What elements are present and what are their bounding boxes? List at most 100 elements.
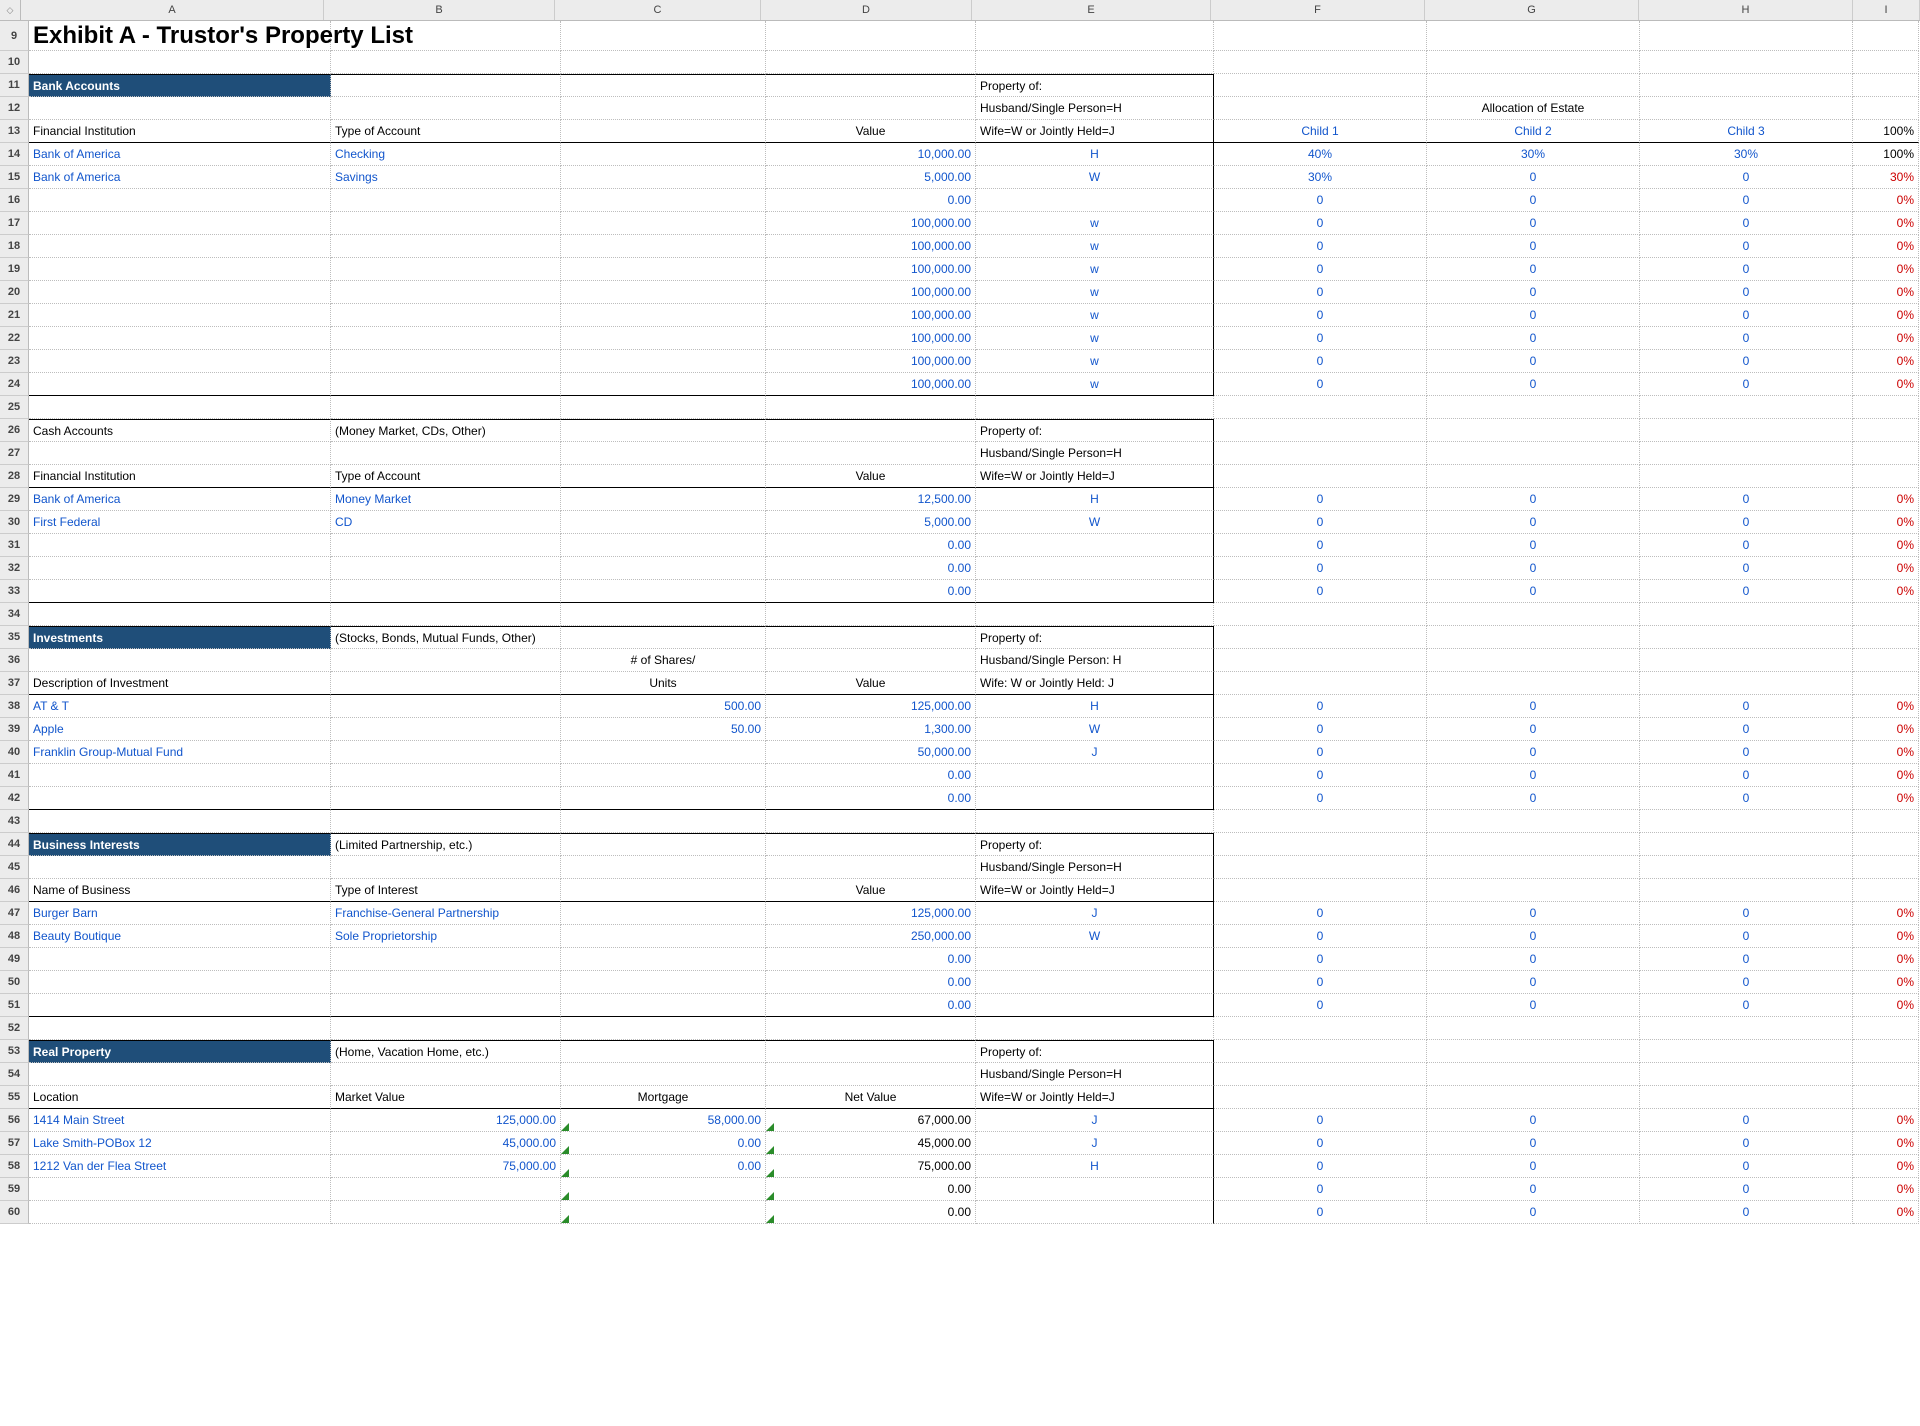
cell-B50[interactable] <box>331 971 561 994</box>
cell-F40[interactable]: 0 <box>1214 741 1427 764</box>
cell-C19[interactable] <box>561 258 766 281</box>
cell-F21[interactable]: 0 <box>1214 304 1427 327</box>
cell-E42[interactable] <box>976 787 1214 810</box>
cell-I49[interactable]: 0% <box>1853 948 1919 971</box>
cell-A50[interactable] <box>29 971 331 994</box>
col-header-I[interactable]: I <box>1853 0 1920 20</box>
cell-D38[interactable]: 125,000.00 <box>766 695 976 718</box>
cell-H23[interactable]: 0 <box>1640 350 1853 373</box>
cell-B19[interactable] <box>331 258 561 281</box>
cell-B16[interactable] <box>331 189 561 212</box>
cell-H22[interactable]: 0 <box>1640 327 1853 350</box>
col-header-A[interactable]: A <box>21 0 324 20</box>
row-header-10[interactable]: 10 <box>0 51 29 74</box>
cell-A33[interactable] <box>29 580 331 603</box>
col-header-B[interactable]: B <box>324 0 555 20</box>
cell-D51[interactable]: 0.00 <box>766 994 976 1017</box>
cell-D41[interactable]: 0.00 <box>766 764 976 787</box>
cell-B15[interactable]: Savings <box>331 166 561 189</box>
cell-I18[interactable]: 0% <box>1853 235 1919 258</box>
cell-E17[interactable]: w <box>976 212 1214 235</box>
cell-F47[interactable]: 0 <box>1214 902 1427 925</box>
cell-I15[interactable]: 30% <box>1853 166 1919 189</box>
cell-C30[interactable] <box>561 511 766 534</box>
cell-G30[interactable]: 0 <box>1427 511 1640 534</box>
cell-I20[interactable]: 0% <box>1853 281 1919 304</box>
cell-C40[interactable] <box>561 741 766 764</box>
cell-A40[interactable]: Franklin Group-Mutual Fund <box>29 741 331 764</box>
cell-H48[interactable]: 0 <box>1640 925 1853 948</box>
cell-I41[interactable]: 0% <box>1853 764 1919 787</box>
cell-B58[interactable]: 75,000.00 <box>331 1155 561 1178</box>
cell-I30[interactable]: 0% <box>1853 511 1919 534</box>
cell-F41[interactable]: 0 <box>1214 764 1427 787</box>
cell-E41[interactable] <box>976 764 1214 787</box>
cell-E51[interactable] <box>976 994 1214 1017</box>
cell-E14[interactable]: H <box>976 143 1214 166</box>
cell-C29[interactable] <box>561 488 766 511</box>
cell-H16[interactable]: 0 <box>1640 189 1853 212</box>
cell-G48[interactable]: 0 <box>1427 925 1640 948</box>
cell-I32[interactable]: 0% <box>1853 557 1919 580</box>
cell-G18[interactable]: 0 <box>1427 235 1640 258</box>
cell-B56[interactable]: 125,000.00 <box>331 1109 561 1132</box>
cell-D18[interactable]: 100,000.00 <box>766 235 976 258</box>
cell-G33[interactable]: 0 <box>1427 580 1640 603</box>
cell-G23[interactable]: 0 <box>1427 350 1640 373</box>
cell-G20[interactable]: 0 <box>1427 281 1640 304</box>
cell-G59[interactable]: 0 <box>1427 1178 1640 1201</box>
cell-E29[interactable]: H <box>976 488 1214 511</box>
cell-E48[interactable]: W <box>976 925 1214 948</box>
cell-F15[interactable]: 30% <box>1214 166 1427 189</box>
cell-D49[interactable]: 0.00 <box>766 948 976 971</box>
cell-E50[interactable] <box>976 971 1214 994</box>
cell-G39[interactable]: 0 <box>1427 718 1640 741</box>
cell-E58[interactable]: H <box>976 1155 1214 1178</box>
cell-H59[interactable]: 0 <box>1640 1178 1853 1201</box>
cell-F29[interactable]: 0 <box>1214 488 1427 511</box>
cell-F60[interactable]: 0 <box>1214 1201 1427 1224</box>
cell-C14[interactable] <box>561 143 766 166</box>
cell-I22[interactable]: 0% <box>1853 327 1919 350</box>
cell-F14[interactable]: 40% <box>1214 143 1427 166</box>
cell-B17[interactable] <box>331 212 561 235</box>
cell-G16[interactable]: 0 <box>1427 189 1640 212</box>
cell-E15[interactable]: W <box>976 166 1214 189</box>
cell-B60[interactable] <box>331 1201 561 1224</box>
cell-I42[interactable]: 0% <box>1853 787 1919 810</box>
cell-A20[interactable] <box>29 281 331 304</box>
cell-B18[interactable] <box>331 235 561 258</box>
col-header-F[interactable]: F <box>1211 0 1425 20</box>
cell-A38[interactable]: AT & T <box>29 695 331 718</box>
cell-H49[interactable]: 0 <box>1640 948 1853 971</box>
cell-I50[interactable]: 0% <box>1853 971 1919 994</box>
cell-F32[interactable]: 0 <box>1214 557 1427 580</box>
cell-A41[interactable] <box>29 764 331 787</box>
cell-C39[interactable]: 50.00 <box>561 718 766 741</box>
cell-A48[interactable]: Beauty Boutique <box>29 925 331 948</box>
select-all-corner[interactable]: ◇ <box>0 0 21 20</box>
cell-C24[interactable] <box>561 373 766 396</box>
cell-I57[interactable]: 0% <box>1853 1132 1919 1155</box>
cell-G56[interactable]: 0 <box>1427 1109 1640 1132</box>
cell-C31[interactable] <box>561 534 766 557</box>
cell-B41[interactable] <box>331 764 561 787</box>
cell-F23[interactable]: 0 <box>1214 350 1427 373</box>
cell-D14[interactable]: 10,000.00 <box>766 143 976 166</box>
cell-G57[interactable]: 0 <box>1427 1132 1640 1155</box>
cell-I16[interactable]: 0% <box>1853 189 1919 212</box>
cell-C42[interactable] <box>561 787 766 810</box>
cell-E57[interactable]: J <box>976 1132 1214 1155</box>
cell-C20[interactable] <box>561 281 766 304</box>
cell-D60[interactable]: 0.00 <box>766 1201 976 1224</box>
cell-E47[interactable]: J <box>976 902 1214 925</box>
cell-D57[interactable]: 45,000.00 <box>766 1132 976 1155</box>
cell-E38[interactable]: H <box>976 695 1214 718</box>
cell-G47[interactable]: 0 <box>1427 902 1640 925</box>
cell-G14[interactable]: 30% <box>1427 143 1640 166</box>
cell-D31[interactable]: 0.00 <box>766 534 976 557</box>
cell-D21[interactable]: 100,000.00 <box>766 304 976 327</box>
cell-B47[interactable]: Franchise-General Partnership <box>331 902 561 925</box>
cell-I51[interactable]: 0% <box>1853 994 1919 1017</box>
cell-H30[interactable]: 0 <box>1640 511 1853 534</box>
